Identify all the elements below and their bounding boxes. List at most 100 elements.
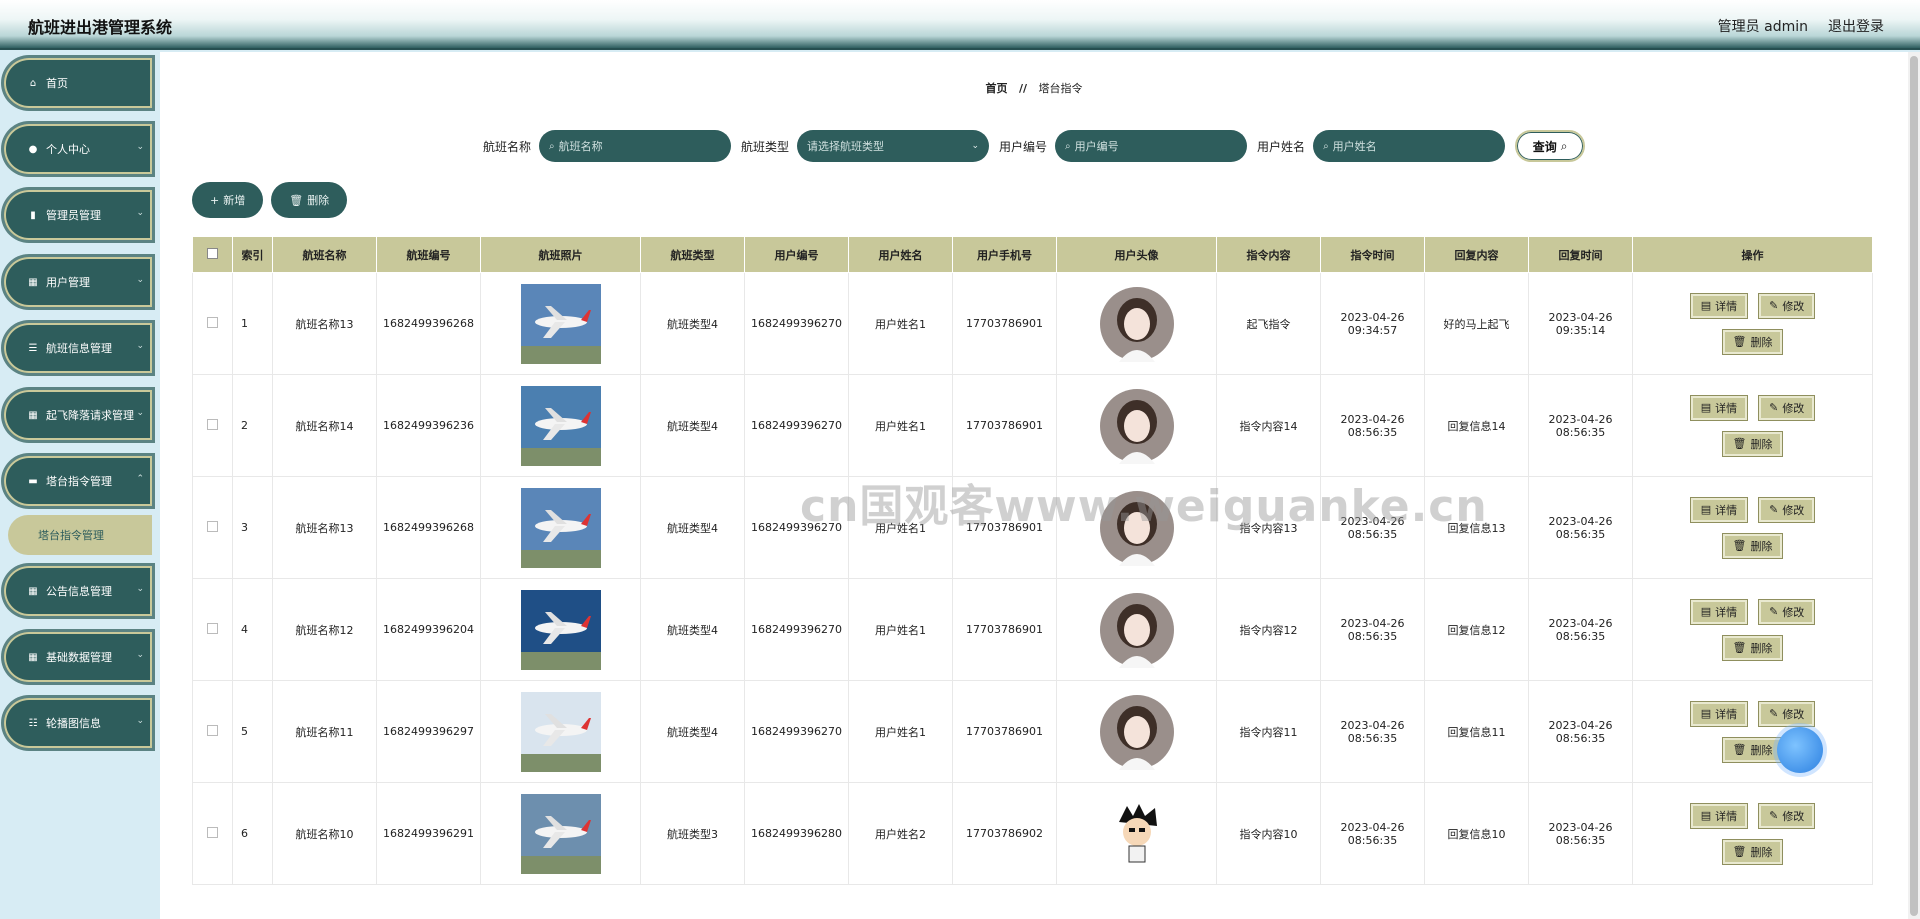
logout-link[interactable]: 退出登录 (1828, 16, 1884, 36)
flight-photo-cell (480, 782, 641, 885)
user-id-input[interactable]: ⌕ 用户编号 (1055, 130, 1248, 162)
table-row: 6 航班名称10 1682499396291 航班类型3 1682499396280 用户… (192, 782, 1873, 885)
detail-button[interactable]: ▤ 详情 (1689, 700, 1749, 727)
sidebar-item-notice[interactable]: ▦ 公告信息管理 ⌄ (4, 566, 152, 616)
edit-button[interactable]: ✎ 修改 (1758, 496, 1816, 523)
flight-name-cell: 航班名称13 (272, 272, 377, 375)
delete-button[interactable]: 🗑 删除 (1721, 430, 1784, 457)
chevron-down-icon: ⌄ (136, 584, 144, 594)
delete-label: 删除 (1750, 335, 1773, 349)
user-phone-cell: 17703786901 (952, 272, 1057, 375)
user-icon: ● (28, 143, 38, 155)
user-name-input[interactable]: ⌕ 用户姓名 (1313, 130, 1506, 162)
sliders-icon: ☷ (28, 717, 38, 729)
chevron-up-icon: ⌃ (136, 474, 144, 484)
row-checkbox[interactable] (207, 724, 218, 736)
edit-button[interactable]: ✎ 修改 (1758, 292, 1816, 319)
detail-button[interactable]: ▤ 详情 (1689, 496, 1749, 523)
reply-content-cell: 好的马上起飞 (1424, 272, 1529, 375)
reply-time-cell: 2023-04-26 08:56:35 (1528, 578, 1633, 681)
document-icon: ▤ (1700, 299, 1712, 312)
query-button[interactable]: 查询 ⌕ (1515, 130, 1586, 162)
pencil-icon: ✎ (1769, 809, 1779, 822)
pencil-icon: ✎ (1769, 299, 1779, 312)
row-actions: ▤ 详情 ✎ 修改 🗑 删除 (1673, 394, 1833, 457)
flight-name-input[interactable]: ⌕ 航班名称 (539, 130, 732, 162)
detail-button[interactable]: ▤ 详情 (1689, 394, 1749, 421)
detail-label: 详情 (1715, 605, 1738, 619)
grid-icon: ▦ (28, 585, 38, 597)
row-checkbox[interactable] (207, 826, 218, 838)
flight-type-label: 航班类型 (741, 139, 790, 154)
edit-button[interactable]: ✎ 修改 (1758, 700, 1816, 727)
delete-button[interactable]: 🗑 删除 (1721, 328, 1784, 355)
sidebar-item-personal-center[interactable]: ● 个人中心 ⌄ (4, 124, 152, 174)
flight-type-select[interactable]: 请选择航班类型 ⌄ (797, 130, 990, 162)
detail-button[interactable]: ▤ 详情 (1689, 292, 1749, 319)
delete-label: 删除 (1750, 743, 1773, 757)
reply-time-cell: 2023-04-26 08:56:35 (1528, 680, 1633, 783)
edit-button[interactable]: ✎ 修改 (1758, 394, 1816, 421)
row-checkbox[interactable] (207, 622, 218, 634)
edit-label: 修改 (1782, 503, 1805, 517)
sidebar-item-basic-data[interactable]: ▦ 基础数据管理 ⌄ (4, 632, 152, 682)
edit-button[interactable]: ✎ 修改 (1758, 802, 1816, 829)
chevron-down-icon: ⌄ (136, 341, 144, 351)
pencil-icon: ✎ (1769, 503, 1779, 516)
delete-button[interactable]: 🗑 删除 (1721, 838, 1784, 865)
add-button[interactable]: + 新增 (192, 182, 264, 218)
sidebar-item-carousel[interactable]: ☷ 轮播图信息 ⌄ (4, 698, 152, 748)
tower-command-table: 索引 航班名称 航班编号 航班照片 航班类型 用户编号 用户姓名 用户手机号 用… (192, 236, 1873, 885)
submenu-item-tower-command[interactable]: 塔台指令管理 (8, 515, 152, 555)
admin-user-label[interactable]: 管理员 admin (1718, 16, 1808, 36)
flight-code-cell: 1682499396236 (376, 374, 481, 477)
detail-button[interactable]: ▤ 详情 (1689, 802, 1749, 829)
pencil-icon: ✎ (1769, 707, 1779, 720)
chart-icon: ▮ (30, 209, 36, 221)
floating-assistant-button[interactable] (1777, 727, 1823, 773)
main-content: 首页 // 塔台指令 航班名称 ⌕ 航班名称 航班类型 请选择航班类型 ⌄ 用户… (160, 52, 1908, 919)
edit-button[interactable]: ✎ 修改 (1758, 598, 1816, 625)
flight-photo-cell (480, 374, 641, 477)
sidebar-item-flight-info[interactable]: ☰ 航班信息管理 ⌄ (4, 323, 152, 373)
sidebar-item-user-manage[interactable]: ▦ 用户管理 ⌄ (4, 257, 152, 307)
breadcrumb: 首页 // 塔台指令 (160, 80, 1908, 96)
row-checkbox[interactable] (207, 418, 218, 430)
row-select-cell (192, 782, 233, 885)
flight-name-cell: 航班名称13 (272, 476, 377, 579)
sidebar-item-home[interactable]: ⌂ 首页 (4, 58, 152, 108)
sidebar-item-label: 轮播图信息 (46, 717, 101, 730)
detail-button[interactable]: ▤ 详情 (1689, 598, 1749, 625)
sidebar-item-tower-command[interactable]: ▬ 塔台指令管理 ⌃ (4, 456, 152, 506)
sidebar-item-admin-manage[interactable]: ▮ 管理员管理 ⌄ (4, 190, 152, 240)
user-phone-cell: 17703786901 (952, 680, 1057, 783)
sidebar-item-takeoff-request[interactable]: ▦ 起飞降落请求管理 ⌄ (4, 390, 152, 440)
delete-button[interactable]: 🗑 删除 (1721, 634, 1784, 661)
row-checkbox[interactable] (207, 316, 218, 328)
grid-icon: ▦ (28, 651, 38, 663)
table-body: 1 航班名称13 1682499396268 航班类型4 1682499396270 用户… (192, 272, 1873, 885)
user-phone-cell: 17703786902 (952, 782, 1057, 885)
page-scrollbar[interactable] (1908, 52, 1920, 919)
reply-content-cell: 回复信息11 (1424, 680, 1529, 783)
header-actions: 管理员 admin 退出登录 (1718, 16, 1884, 36)
batch-delete-button[interactable]: 🗑 删除 (271, 182, 348, 218)
sidebar-item-label: 个人中心 (46, 143, 90, 156)
trash-icon: 🗑 (1732, 845, 1747, 858)
select-all-checkbox[interactable] (207, 247, 218, 259)
trash-icon: 🗑 (1732, 743, 1747, 756)
breadcrumb-separator: // (1018, 82, 1028, 95)
column-header: 用户头像 (1056, 236, 1217, 273)
column-header: 用户手机号 (952, 236, 1057, 273)
user-avatar-cell (1056, 680, 1217, 783)
flight-photo-cell (480, 578, 641, 681)
row-checkbox[interactable] (207, 520, 218, 532)
user-id-cell: 1682499396270 (744, 578, 849, 681)
user-avatar-image (1099, 592, 1174, 668)
user-avatar-image (1099, 388, 1174, 464)
scrollbar-thumb[interactable] (1910, 56, 1918, 916)
flight-photo (520, 793, 601, 874)
delete-button[interactable]: 🗑 删除 (1721, 736, 1784, 763)
breadcrumb-home[interactable]: 首页 (985, 82, 1007, 95)
delete-button[interactable]: 🗑 删除 (1721, 532, 1784, 559)
